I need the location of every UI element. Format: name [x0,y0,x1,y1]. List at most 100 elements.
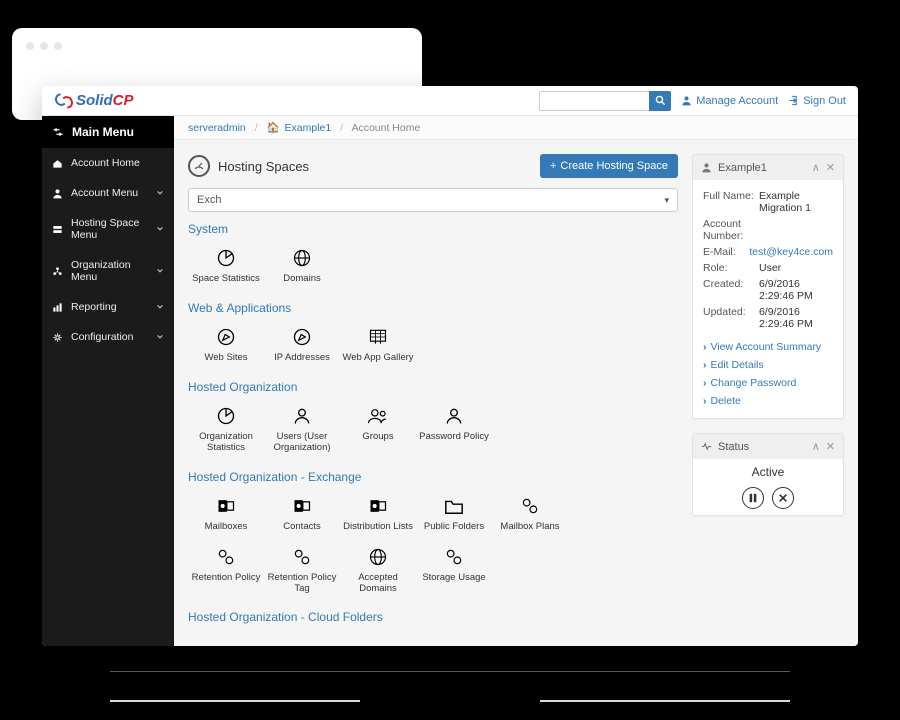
footer-decoration [110,671,790,702]
gears-icon [492,494,568,518]
sign-out-link[interactable]: Sign Out [788,95,846,107]
section-system-header[interactable]: System [188,222,678,236]
tile-ip-addresses[interactable]: IP Addresses [264,321,340,372]
gears-icon [264,545,340,569]
user-icon [681,95,692,106]
chevron-down-icon [156,303,164,311]
menu-icon [52,126,64,138]
section-cloud-header[interactable]: Hosted Organization - Cloud Folders [188,610,678,624]
tile-retention-policy[interactable]: Retention Policy [188,541,264,603]
chevron-down-icon [156,225,164,233]
sidebar-title: Main Menu [42,116,174,148]
sign-out-icon [788,95,799,106]
chevron-down-icon [156,333,164,341]
compass-icon [188,325,264,349]
globe-icon [264,246,340,270]
search-button[interactable] [649,91,671,111]
tile-mailbox-plans[interactable]: Mailbox Plans [492,490,568,541]
gears-icon [416,545,492,569]
tile-org-statistics[interactable]: Organization Statistics [188,400,264,462]
sidebar-item-hosting-space-menu[interactable]: Hosting Space Menu [42,208,174,250]
sidebar-item-configuration[interactable]: Configuration [42,322,174,352]
topbar: SolidCP Manage Account Sign Out [42,86,858,116]
user-icon [416,404,492,428]
close-icon[interactable]: ✕ [826,440,835,453]
collapse-icon[interactable]: ∧ [812,161,820,174]
tile-domains[interactable]: Domains [264,242,340,293]
side-column: Example1 ∧ ✕ Full Name:Example Migration… [692,140,858,646]
status-panel: Status ∧ ✕ Active [692,433,844,516]
tile-web-app-gallery[interactable]: Web App Gallery [340,321,416,372]
tile-groups[interactable]: Groups [340,400,416,462]
collapse-icon[interactable]: ∧ [812,440,820,453]
outlook-icon [340,494,416,518]
tile-contacts[interactable]: Contacts [264,490,340,541]
tile-users[interactable]: Users (User Organization) [264,400,340,462]
heartbeat-icon [701,441,712,452]
sidebar-item-account-menu[interactable]: Account Menu [42,178,174,208]
stop-button[interactable] [772,487,794,509]
manage-account-link[interactable]: Manage Account [681,95,778,107]
email-link[interactable]: test@key4ce.com [749,246,833,258]
create-hosting-space-button[interactable]: + Create Hosting Space [540,154,678,178]
crumb-serveradmin[interactable]: serveradmin [188,122,246,134]
sidebar-item-label: Organization Menu [71,259,148,283]
tile-web-sites[interactable]: Web Sites [188,321,264,372]
pie-icon [188,404,264,428]
hosting-title: Hosting Spaces [218,159,309,174]
sidebar-item-account-home[interactable]: Account Home [42,148,174,178]
sidebar-item-label: Account Home [71,157,140,169]
sidebar-item-label: Configuration [71,331,133,343]
x-icon [778,493,788,503]
bg-window-dots [26,42,62,50]
hosting-title-bar: Hosting Spaces + Create Hosting Space [188,154,678,178]
account-panel-header: Example1 ∧ ✕ [693,155,843,180]
search-icon [655,95,666,106]
crumb-example1[interactable]: Example1 [285,122,332,134]
hosting-space-combo[interactable]: Exch ▾ [188,188,678,212]
bg-tab-right [452,0,782,100]
chevron-down-icon [156,267,164,275]
chevron-down-icon [156,189,164,197]
grid-icon [340,325,416,349]
close-icon[interactable]: ✕ [826,161,835,174]
account-panel: Example1 ∧ ✕ Full Name:Example Migration… [692,154,844,419]
brand-logo[interactable]: SolidCP [54,92,134,110]
user-icon [701,162,712,173]
search-input[interactable] [539,91,649,111]
plus-icon: + [550,160,556,172]
tile-space-statistics[interactable]: Space Statistics [188,242,264,293]
brand-logo-icon [54,92,74,110]
tile-password-policy[interactable]: Password Policy [416,400,492,462]
tile-storage-usage[interactable]: Storage Usage [416,541,492,603]
outlook-icon [264,494,340,518]
tile-accepted-domains[interactable]: Accepted Domains [340,541,416,603]
edit-details-link[interactable]: Edit Details [703,356,833,374]
brand-logo-text: SolidCP [76,92,134,109]
caret-down-icon: ▾ [664,195,669,206]
chart-icon [52,302,63,313]
sidebar-item-organization-menu[interactable]: Organization Menu [42,250,174,292]
change-password-link[interactable]: Change Password [703,374,833,392]
globe-icon [340,545,416,569]
view-account-summary-link[interactable]: View Account Summary [703,338,833,356]
gear-icon [52,332,63,343]
org-icon [52,266,63,277]
pause-button[interactable] [742,487,764,509]
folder-icon [416,494,492,518]
gears-icon [188,545,264,569]
section-exchange-header[interactable]: Hosted Organization - Exchange [188,470,678,484]
section-web-header[interactable]: Web & Applications [188,301,678,315]
tile-distribution-lists[interactable]: Distribution Lists [340,490,416,541]
tile-public-folders[interactable]: Public Folders [416,490,492,541]
server-icon [52,224,63,235]
tile-retention-policy-tag[interactable]: Retention Policy Tag [264,541,340,603]
tile-mailboxes[interactable]: Mailboxes [188,490,264,541]
app-window: SolidCP Manage Account Sign Out [42,86,858,646]
crumb-current: Account Home [351,122,420,134]
users-icon [340,404,416,428]
breadcrumb: serveradmin / 🏠 Example1 / Account Home [174,116,858,140]
section-org-header[interactable]: Hosted Organization [188,380,678,394]
delete-link[interactable]: Delete [703,392,833,410]
sidebar-item-reporting[interactable]: Reporting [42,292,174,322]
